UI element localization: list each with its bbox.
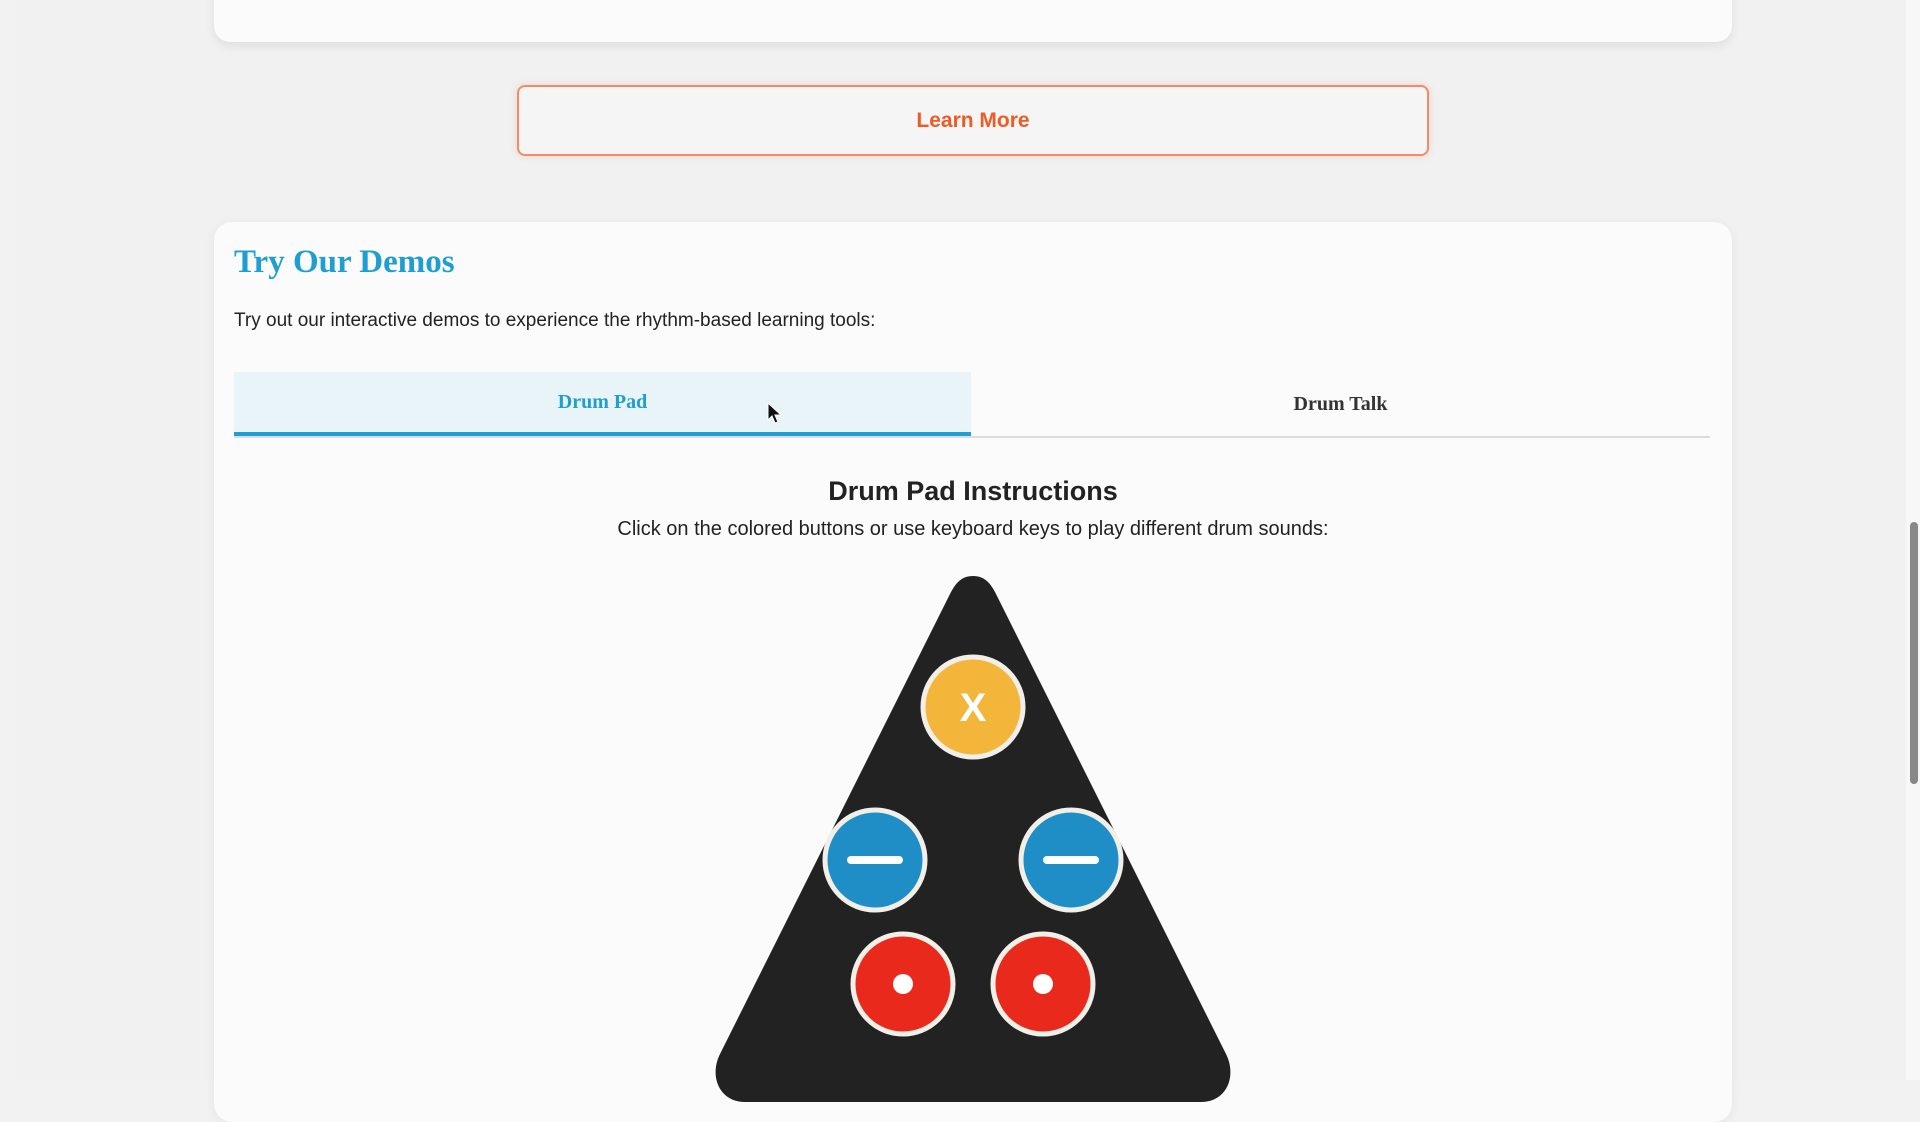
page: Learn More Try Our Demos Try out our int… <box>12 0 1906 1122</box>
demos-description: Try out our interactive demos to experie… <box>234 310 876 331</box>
vertical-scrollbar[interactable] <box>1906 0 1920 1080</box>
drum-pad: X <box>715 576 1231 1102</box>
top-content-card <box>214 0 1732 42</box>
tab-drum-talk[interactable]: Drum Talk <box>971 372 1710 436</box>
tab-drum-pad[interactable]: Drum Pad <box>234 372 971 436</box>
top-key[interactable]: X <box>920 654 1026 760</box>
scrollbar-thumb[interactable] <box>1910 522 1918 784</box>
demo-tabs: Drum Pad Drum Talk <box>234 372 1710 438</box>
middle-right-key[interactable] <box>1018 807 1124 913</box>
bottom-left-key[interactable] <box>850 931 956 1037</box>
middle-left-key[interactable] <box>822 807 928 913</box>
drum-pad-instructions-text: Click on the colored buttons or use keyb… <box>617 518 1329 540</box>
dot-icon <box>893 974 913 994</box>
top-key-label: X <box>960 686 987 730</box>
minus-icon <box>847 856 903 864</box>
demos-card: Try Our Demos Try out our interactive de… <box>214 222 1732 1122</box>
dot-icon <box>1033 974 1053 994</box>
bottom-right-key[interactable] <box>990 931 1096 1037</box>
demos-title: Try Our Demos <box>234 244 455 280</box>
drum-pad-instructions-title: Drum Pad Instructions <box>828 476 1118 506</box>
learn-more-button[interactable]: Learn More <box>517 85 1429 156</box>
minus-icon <box>1043 856 1099 864</box>
